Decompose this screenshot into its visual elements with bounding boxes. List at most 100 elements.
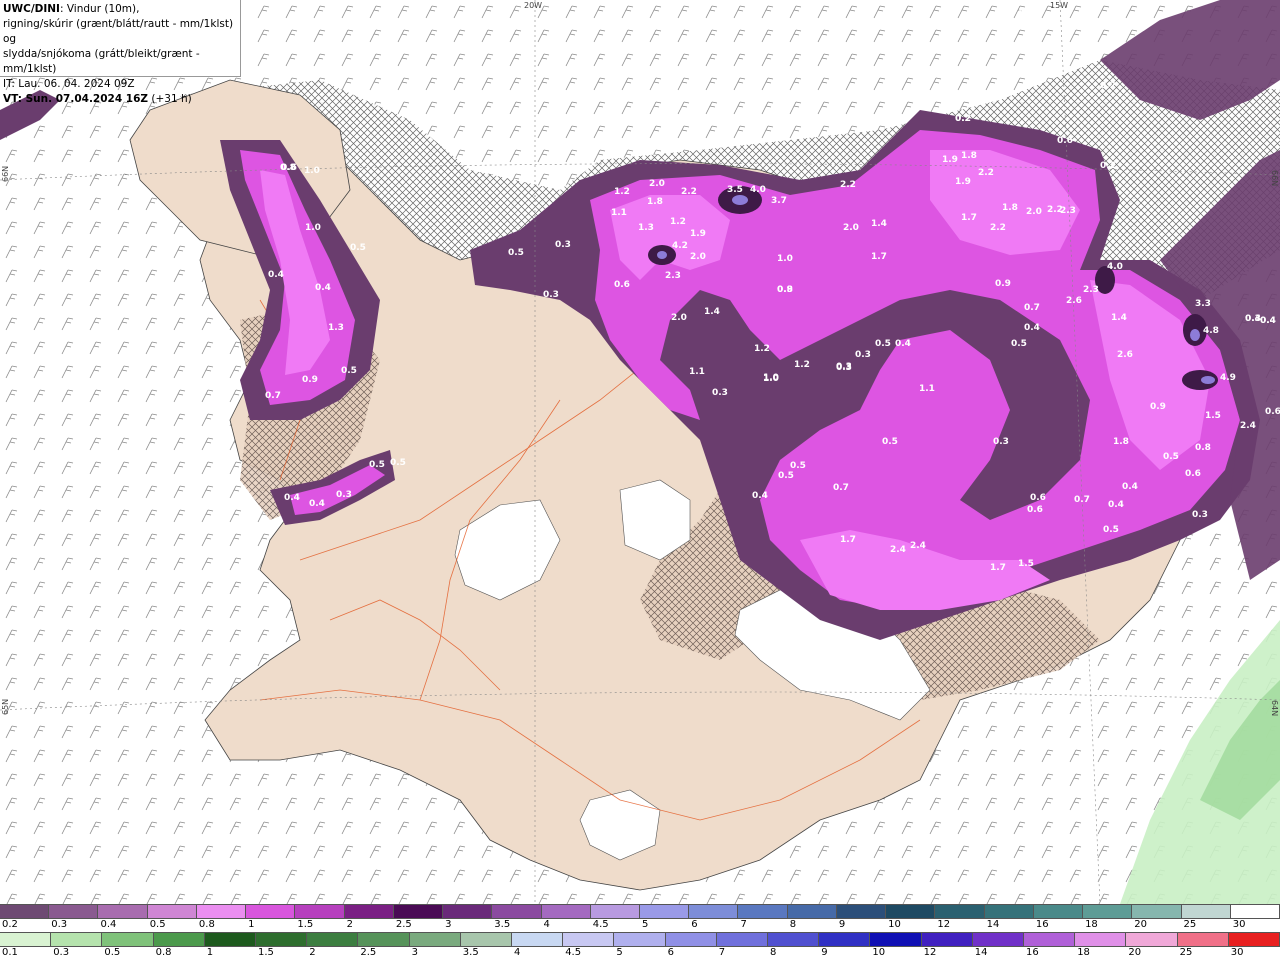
legend-swatch [409,933,461,946]
precip-value-label: 0.5 [875,339,891,349]
precip-value-label: 0.5 [882,437,898,447]
legend-swatch [295,905,345,918]
legend-label: 6 [691,919,698,930]
precip-value-label: 0.3 [855,350,871,360]
precip-value-label: 1.4 [704,307,720,317]
precip-value-label: 0.7 [265,391,281,401]
precip-value-label: 2.3 [1083,285,1099,295]
legend-label: 2 [309,947,316,958]
legend-swatch [1083,905,1133,918]
legend-label: 1 [206,947,214,958]
precip-value-label: 0.5 [1103,525,1119,535]
legend-swatch [147,905,197,918]
legend-swatch [590,905,640,918]
legend-swatch [689,905,739,918]
precip-value-label: 2.2 [840,180,856,190]
precip-value-label: 0.7 [1074,495,1090,505]
legend-swatch [1228,933,1280,946]
precip-value-label: 2.3 [1060,206,1076,216]
legend-label: 5 [616,947,623,958]
precip-value-label: 1.0 [777,254,793,264]
legend-label: 0.5 [149,919,166,930]
precip-value-label: 2.0 [649,179,665,189]
legend-swatch [393,905,444,918]
legend-label: 9 [838,919,846,930]
legend-label: 0.3 [53,947,70,958]
legend-swatch [738,905,788,918]
precip-value-label: 2.0 [843,223,859,233]
legend-label: 4.5 [592,919,609,930]
lat-label-66n: 66N [1,166,10,182]
precip-value-label: 1.7 [990,563,1006,573]
legend-label: 0.4 [100,919,117,930]
legend-label: 2.5 [360,947,377,958]
legend-swatch [1181,905,1231,918]
legend-label: 25 [1183,919,1197,930]
legend-swatch [344,905,394,918]
legend-label: 30 [1232,919,1246,930]
precip-value-label: 1.0 [763,374,779,384]
precip-value-label: 1.4 [1111,313,1127,323]
precip-value-label: 2.4 [1240,421,1256,431]
info-valid-time: VT: Sun. 07.04.2024 16Z (+31 h) [3,92,237,107]
precip-value-label: 4.9 [1220,373,1236,383]
legend-label: 14 [986,919,1000,930]
legend-swatch [614,933,666,946]
precip-value-label: 0.2 [1100,161,1116,171]
precip-value-label: 2.2 [978,168,994,178]
legend-swatch [921,933,973,946]
legend-label: 16 [1035,919,1049,930]
precip-value-label: 1.2 [794,360,810,370]
precip-value-label: 2.3 [665,271,681,281]
precip-value-label: 0.3 [993,437,1009,447]
legend-swatch [541,905,591,918]
legend-label: 10 [888,919,901,930]
legend-label: 5 [642,919,649,930]
precip-value-label: 0.2 [1100,81,1116,91]
precip-value-label: 2.6 [1117,350,1133,360]
legend-label: 0.8 [198,919,215,930]
precip-value-label: 0.4 [1024,323,1040,333]
info-line-3: slydda/snjókoma (grátt/bleikt/grænt - mm… [3,48,200,75]
legend-swatch [1033,905,1084,918]
legend-label: 4 [543,919,550,930]
precip-value-label: 4.8 [1203,326,1219,336]
precip-value-label: 0.5 [341,366,357,376]
legend-label: 12 [923,947,937,958]
precip-value-label: 0.4 [1122,482,1138,492]
precip-value-label: 2.2 [681,187,697,197]
precip-value-label: 0.6 [1057,136,1073,146]
precip-value-label: 4.0 [1107,262,1123,272]
info-line-2: rigning/skúrir (grænt/blátt/rautt - mm/1… [3,18,234,45]
legend-label: 12 [937,919,951,930]
legend-swatch [935,905,985,918]
legend-label: 14 [974,947,988,958]
precip-value-label: 1.5 [1205,411,1221,421]
precip-value-label: 1.0 [305,223,321,233]
precip-value-label: 2.0 [671,313,687,323]
legend-swatch [563,933,615,946]
legend-swatch [768,933,820,946]
legend-label: 1.5 [258,947,274,958]
legend-label: 20 [1134,919,1148,930]
precip-value-label: 0.5 [790,461,806,471]
precip-value-label: 1.1 [919,384,935,394]
legend-label: 4.5 [565,947,582,958]
precip-value-label: 3.3 [1195,299,1211,309]
precip-value-label: 0.8 [1195,443,1211,453]
precip-value-label: 0.5 [350,243,366,253]
model-name: UWC/DINI [3,3,60,15]
precip-value-label: 3.7 [771,196,787,206]
precip-value-label: 1.8 [1002,203,1018,213]
legend-swatch [460,933,512,946]
precip-value-label: 0.4 [309,499,325,509]
legend-label: 18 [1077,947,1090,958]
precip-value-label: 0.3 [1148,618,1164,628]
precip-value-label: 4.0 [750,185,766,195]
precip-value-label: 2.2 [990,223,1006,233]
weather-map[interactable]: 20W 15W 66N 65N 66N 64N 0.3 0.2 0.2 0.6 0.2 0… [0,0,1280,904]
legend-rain-labels: 0.1 0.3 0.5 0.8 1 1.5 2 2.5 3 3.5 4 4.5 5 6 7 8 9 10 12 14 1… [0,947,1280,959]
legend-label: 3 [411,947,418,958]
legend-swatch [1024,933,1076,946]
precip-value-label: 0.3 [543,290,559,300]
